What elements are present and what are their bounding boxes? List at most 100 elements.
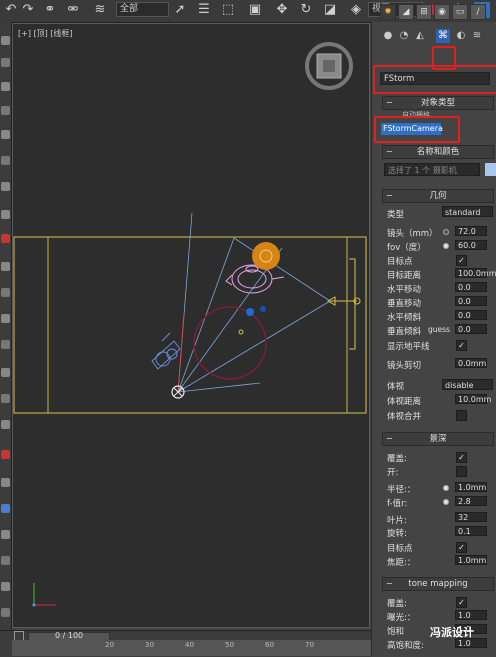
geometry-icon[interactable]: ● (381, 29, 395, 43)
create-tab-icon[interactable]: ✹ (380, 4, 396, 20)
tool-icon[interactable] (1, 182, 10, 191)
shapes-icon[interactable]: ◔ (397, 29, 411, 43)
blue-sphere[interactable] (246, 308, 254, 316)
utilities-tab-icon[interactable]: ∕ (470, 4, 486, 20)
tool-icon[interactable] (1, 478, 10, 487)
select-by-name-icon[interactable]: ☰ (196, 2, 212, 18)
focus-spinner[interactable]: 1.0mm (455, 555, 487, 565)
blades-spinner[interactable]: 32 (455, 512, 487, 522)
tool-icon[interactable] (1, 82, 10, 91)
dof-override-checkbox[interactable]: ✓ (456, 452, 467, 463)
motion-tab-icon[interactable]: ◉ (434, 4, 450, 20)
selection-filter-dropdown[interactable]: 全部 (116, 2, 169, 17)
link-icon[interactable]: ⚭ (42, 2, 58, 18)
color-swatch[interactable] (485, 163, 496, 176)
cameras-icon[interactable]: ⌘ (436, 29, 450, 43)
tool-icon[interactable] (1, 582, 10, 591)
target-distance-spinner[interactable]: 100.0mm (455, 268, 496, 278)
dof-target-checkbox[interactable]: ✓ (456, 542, 467, 553)
guess-button[interactable]: guess (428, 325, 450, 334)
fov-spinner[interactable]: 60.0 (455, 240, 487, 250)
rotation-spinner[interactable]: 0.1 (455, 526, 487, 536)
tool-icon[interactable] (1, 130, 10, 139)
tool-icon[interactable] (1, 340, 10, 349)
volume-merge-checkbox[interactable] (456, 410, 467, 421)
teapot-object[interactable] (225, 264, 285, 294)
tool-icon[interactable] (1, 106, 10, 115)
tool-icon[interactable] (1, 156, 10, 165)
fnumber-spinner[interactable]: 2.8 (455, 496, 487, 506)
tool-icon[interactable] (1, 608, 10, 617)
bind-spacewarp-icon[interactable]: ≋ (92, 2, 108, 18)
place-icon[interactable]: ◈ (348, 2, 364, 18)
timeline-tick: 50 (225, 641, 234, 649)
lights-icon[interactable]: ◭ (413, 29, 427, 43)
viewport-scene[interactable] (12, 23, 370, 628)
tool-icon[interactable] (1, 368, 10, 377)
tool-icon[interactable] (1, 210, 10, 219)
tool-icon[interactable] (1, 314, 10, 323)
tool-icon[interactable] (1, 504, 10, 513)
tool-icon[interactable] (1, 450, 10, 459)
hshift-spinner[interactable]: 0.0 (455, 282, 487, 292)
helpers-icon[interactable]: ◐ (454, 29, 468, 43)
blue-sphere[interactable] (260, 306, 266, 312)
display-tab-icon[interactable]: ▭ (452, 4, 468, 20)
exposure-spinner[interactable]: 1.0 (455, 610, 487, 620)
exposure-label: 曝光:： (387, 613, 416, 623)
tone-override-checkbox[interactable]: ✓ (456, 597, 467, 608)
volume-dropdown[interactable]: disable (442, 379, 493, 390)
timeline-track[interactable]: 20 30 40 50 60 70 (12, 640, 371, 656)
fnumber-radio[interactable] (443, 499, 449, 505)
viewcube-icon[interactable] (305, 42, 353, 90)
hierarchy-tab-icon[interactable]: ⊞ (416, 4, 432, 20)
tool-icon[interactable] (1, 58, 10, 67)
rotate-icon[interactable]: ↻ (298, 2, 314, 18)
move-icon[interactable]: ✥ (274, 2, 290, 18)
tool-icon[interactable] (1, 234, 10, 243)
unlink-icon[interactable]: ⚮ (65, 2, 81, 18)
type-dropdown[interactable]: standard (442, 206, 493, 217)
tool-icon[interactable] (1, 288, 10, 297)
undo-icon[interactable]: ↶ (3, 2, 19, 18)
lens-radio[interactable] (443, 229, 449, 235)
fov-radio[interactable] (443, 243, 449, 249)
redo-icon[interactable]: ↷ (20, 2, 36, 18)
radius-spinner[interactable]: 1.0mm (455, 482, 487, 492)
name-color-header[interactable]: − 名称和颜色 (382, 145, 494, 159)
target-checkbox[interactable]: ✓ (456, 255, 467, 266)
select-object-icon[interactable]: ➚ (172, 2, 188, 18)
vshift-spinner[interactable]: 0.0 (455, 296, 487, 306)
htilt-spinner[interactable]: 0.0 (455, 310, 487, 320)
window-crossing-icon[interactable]: ▣ (247, 2, 263, 18)
tool-icon[interactable] (1, 394, 10, 403)
tool-icon[interactable] (1, 556, 10, 565)
object-name-field[interactable]: 选择了 1 个 摄影机 (384, 163, 480, 176)
tool-icon[interactable] (1, 262, 10, 271)
saturation-label: 饱和 (387, 627, 405, 637)
fnumber-label: f-值r: (387, 499, 408, 509)
torus-object[interactable] (193, 306, 267, 380)
tool-icon[interactable] (1, 36, 10, 45)
tone-mapping-header[interactable]: − tone mapping (382, 577, 494, 591)
chair-object[interactable] (151, 332, 181, 370)
rectangle-selection-icon[interactable]: ⬚ (220, 2, 236, 18)
show-horizon-checkbox[interactable]: ✓ (456, 340, 467, 351)
dof-on-checkbox[interactable] (456, 466, 467, 477)
tool-icon[interactable] (1, 530, 10, 539)
modify-tab-icon[interactable]: ◢ (398, 4, 414, 20)
tool-icon[interactable] (1, 420, 10, 429)
spacewarps-icon[interactable]: ≋ (470, 29, 484, 43)
volume-distance-spinner[interactable]: 10.0mm (455, 394, 491, 404)
vtilt-spinner[interactable]: 0.0 (455, 324, 487, 334)
type-label: 类型 (387, 210, 405, 220)
geometry-header[interactable]: − 几何 (382, 189, 494, 203)
clipping-spinner[interactable]: 0.0mm (455, 358, 487, 368)
radius-radio[interactable] (443, 485, 449, 491)
sphere-object[interactable] (252, 242, 280, 270)
scale-icon[interactable]: ◪ (322, 2, 338, 18)
lens-spinner[interactable]: 72.0 (455, 226, 487, 236)
object-type-header[interactable]: − 对象类型 (382, 96, 494, 110)
lens-label: 镜头（mm） (387, 229, 438, 239)
dof-header[interactable]: − 景深 (382, 432, 494, 446)
